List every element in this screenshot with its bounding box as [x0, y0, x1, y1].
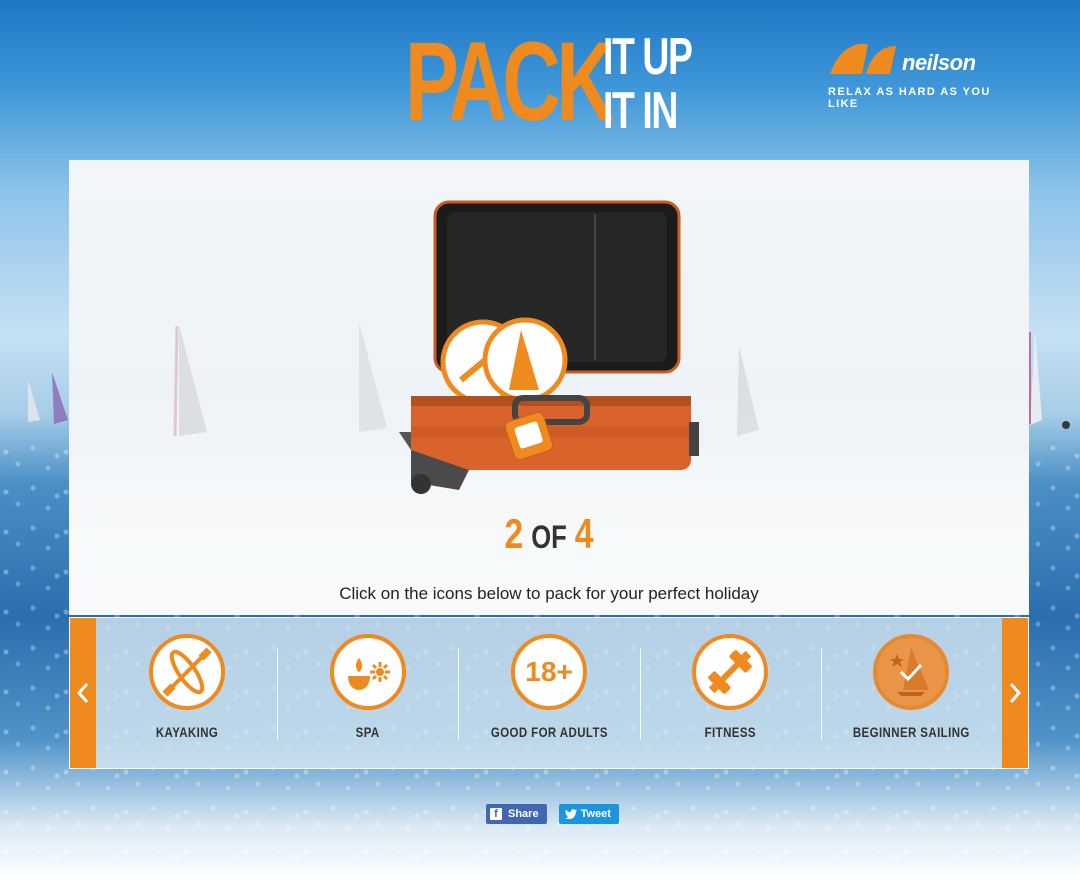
suitcase [399, 200, 699, 494]
social-buttons: f Share Tweet [486, 804, 619, 824]
progress-total: 4 [574, 510, 594, 557]
activity-label: BEGINNER SAILING [852, 724, 970, 740]
activity-label: SPA [355, 724, 380, 740]
activity-beginner-sailing[interactable]: BEGINNER SAILING [820, 618, 1002, 768]
activity-carousel: KAYAKING SPA 18+ GOOD FOR ADULTS FITNESS… [69, 617, 1029, 769]
twitter-tweet-button[interactable]: Tweet [558, 804, 619, 824]
checkmark-icon [900, 663, 923, 682]
chevron-left-icon [76, 683, 89, 703]
progress-of: OF [531, 519, 567, 555]
spa-badge [329, 634, 406, 710]
brand-tagline: RELAX AS HARD AS YOU LIKE [828, 86, 991, 110]
kayak-icon [162, 647, 212, 697]
neilson-brand[interactable]: neilson RELAX AS HARD AS YOU LIKE [828, 40, 1010, 110]
activity-label: KAYAKING [155, 724, 218, 740]
activity-label: GOOD FOR ADULTS [490, 724, 608, 740]
progress-counter: 2 OF 4 [165, 510, 933, 558]
fitness-badge [692, 634, 769, 710]
logo-itup-text: IT UP IT IN [603, 28, 693, 140]
main-panel: 2 OF 4 Click on the icons below to pack fo… [69, 160, 1029, 615]
twitter-bird-icon [564, 809, 577, 819]
logo-line2: IT IN [603, 82, 678, 140]
chevron-right-icon [1009, 683, 1022, 703]
carousel-next-button[interactable] [1002, 618, 1028, 768]
tweet-label: Tweet [580, 808, 611, 820]
logo-pack-text: PACK [405, 19, 615, 144]
activity-kayaking[interactable]: KAYAKING [96, 618, 277, 768]
instruction-text: Click on the icons below to pack for you… [339, 584, 759, 603]
header: PACK IT UP IT IN neilson RELAX AS HARD A… [0, 0, 1080, 160]
facebook-share-button[interactable]: f Share [486, 804, 547, 824]
carousel-prev-button[interactable] [70, 618, 96, 768]
sailing-badge-selected [873, 634, 950, 710]
facebook-icon: f [490, 808, 502, 820]
adults-18-icon: 18+ [525, 656, 573, 687]
brand-mark: neilson [828, 40, 1010, 76]
dumbbell-icon [708, 650, 753, 694]
neilson-sail-icon [830, 43, 896, 74]
campaign-logo: PACK IT UP IT IN [405, 19, 726, 144]
activity-spa[interactable]: SPA [277, 618, 458, 768]
brand-name: neilson [902, 50, 976, 75]
share-label: Share [508, 808, 539, 820]
adults-badge: 18+ [511, 634, 587, 710]
activity-label: FITNESS [704, 724, 756, 740]
kayak-badge [148, 634, 225, 710]
activity-good-for-adults[interactable]: 18+ GOOD FOR ADULTS [458, 618, 639, 768]
progress-current: 2 [504, 510, 524, 557]
carousel-items: KAYAKING SPA 18+ GOOD FOR ADULTS FITNESS… [96, 618, 1002, 768]
activity-fitness[interactable]: FITNESS [639, 618, 821, 768]
logo-line1: IT UP [603, 28, 693, 86]
spa-icon [347, 658, 390, 690]
